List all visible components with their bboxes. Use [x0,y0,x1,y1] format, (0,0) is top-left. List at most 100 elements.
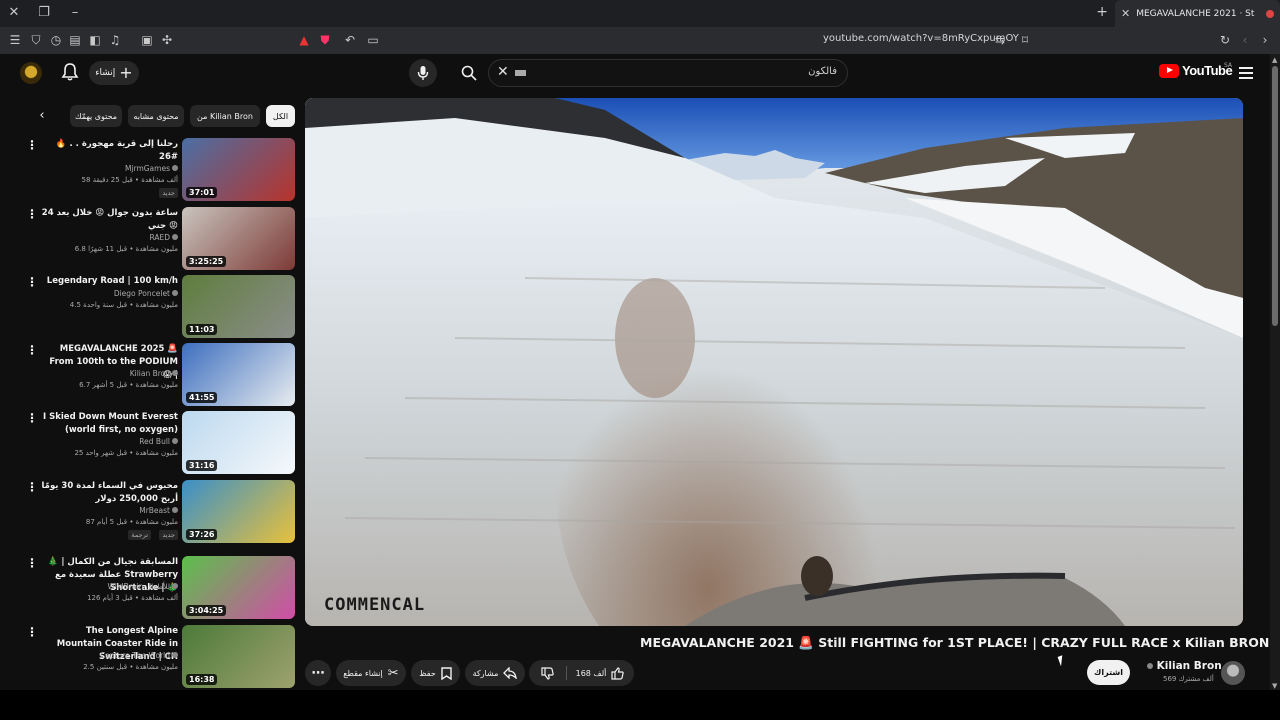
verified-icon [172,234,178,240]
back-undo-icon[interactable]: ↶ [342,32,358,48]
related-channel-name[interactable]: MjrmGames [125,164,178,173]
related-video-item[interactable]: ⋮ 11:03 Legendary Road | 100 km/h Diego Pon… [24,275,296,339]
scroll-down-icon[interactable]: ▼ [1272,682,1277,690]
restore-window-icon[interactable]: ❐ [34,4,54,22]
channel-name[interactable]: Kilian Bron [1145,660,1222,672]
brave-rewards-icon[interactable]: ▲ [296,32,312,48]
commencal-watermark: COMMENCAL [324,595,426,615]
related-video-title[interactable]: Legendary Road | 100 km/h [38,275,178,288]
new-badge: جديد [159,188,178,198]
related-video-item[interactable]: ⋮ 37:26 محبوس في السماء لمدة 30 يومًا أربح… [24,480,296,544]
tabs-icon[interactable]: ▤ [67,32,83,48]
clear-search-icon[interactable]: ✕ [497,64,509,80]
search-button[interactable] [451,59,487,87]
create-button[interactable]: إنشاء + [89,61,139,85]
brave-shield-icon[interactable]: ⛊ [317,32,333,48]
guide-menu-icon[interactable] [1239,67,1253,79]
more-vertical-icon[interactable]: ⋮ [26,138,38,152]
video-player[interactable]: COMMENCAL [305,98,1243,626]
related-channel-name[interactable]: Diego Poncelet [114,289,178,298]
related-video-item[interactable]: ⋮ 16:38 The Longest Alpine Mountain Coaste… [24,625,296,689]
chips-scroll-back-icon[interactable]: ‹ [32,106,52,126]
more-vertical-icon[interactable]: ⋮ [26,480,38,494]
related-channel-text: MjrmGames [124,164,170,173]
youtube-logo[interactable]: YouTube [1159,63,1233,78]
more-vertical-icon[interactable]: ⋮ [26,556,38,570]
related-video-item[interactable]: ⋮ 3:04:25 المسابقة نجيال من الكمال | 🎄 عطل… [24,556,296,620]
more-vertical-icon[interactable]: ⋮ [26,625,38,639]
browser-tab[interactable]: ✕ MEGAVALANCHE 2021 · St [1115,0,1280,27]
search-icon [461,65,477,81]
duration-badge: 16:38 [186,674,218,685]
chip-from-channel[interactable]: من Kilian Bron [190,105,260,127]
captions-badge: ترجمة [128,530,151,540]
bookmark-icon[interactable]: ⌑ [1017,32,1033,48]
more-actions-button[interactable]: ⋯ [305,660,331,686]
reader-mode-icon[interactable]: ▭ [365,32,381,48]
close-window-icon[interactable]: ✕ [4,4,24,22]
duration-badge: 31:16 [186,460,218,471]
related-channel-name[interactable]: RAED [149,233,178,242]
clip-button[interactable]: إنشاء مقطع ✂ [336,660,406,686]
address-bar[interactable]: youtube.com/watch?v=8mRyCxpumOY [823,33,1019,44]
chip-similar[interactable]: محتوى مشابه [128,105,184,127]
related-video-item[interactable]: ⋮ 31:16 I Skied Down Mount Everest (world … [24,411,296,475]
related-channel-name[interactable]: Red Bull [139,437,178,446]
share-label: مشاركة [472,668,499,678]
music-icon[interactable]: ♫ [107,32,123,48]
chip-all[interactable]: الكل [266,105,295,127]
related-video-item[interactable]: ⋮ 3:25:25 24 ساعة بدون جوال 😡 خلال بعد جني… [24,207,296,271]
menu-icon[interactable]: ☰ [7,32,23,48]
dislike-button[interactable] [529,660,566,686]
related-video-meta: 4.5 مليون مشاهدة • قبل سنة واحدة [69,301,178,309]
scroll-thumb[interactable] [1272,66,1278,326]
related-channel-name[interactable]: Capture The World [100,651,178,660]
more-vertical-icon[interactable]: ⋮ [26,275,38,289]
related-video-title[interactable]: I Skied Down Mount Everest (world first,… [38,411,178,437]
related-video-item[interactable]: ⋮ 41:55 MEGAVALANCHE 2025 🚨 From 100th to … [24,343,296,407]
extensions-icon[interactable]: ✣ [159,32,175,48]
related-video-item[interactable]: ⋮ 37:01 رحلنا إلى قرية مهجورة . . 🔥 #26 Mjr… [24,138,296,202]
like-button[interactable]: 168 ألف [566,660,634,686]
reload-icon[interactable]: ↻ [1217,32,1233,48]
bookmark-save-icon [441,666,452,680]
scroll-up-icon[interactable]: ▲ [1272,56,1277,64]
forward-icon[interactable]: › [1257,32,1273,48]
account-avatar[interactable] [20,62,42,84]
verified-icon [172,583,178,589]
more-vertical-icon[interactable]: ⋮ [26,343,38,357]
notifications-bell-icon[interactable] [61,62,79,82]
siren-emoji: 🚨 [798,635,814,650]
video-title-part2: Still FIGHTING for 1ST PLACE! | CRAZY FU… [818,635,1270,650]
page-scrollbar[interactable]: ▲ ▼ [1270,54,1280,690]
related-video-title[interactable]: رحلنا إلى قرية مهجورة . . 🔥 #26 [38,138,178,164]
new-badge: جديد [159,530,178,540]
subscribe-button[interactable]: اشتراك [1087,660,1130,685]
youtube-play-icon [1159,63,1179,78]
channel-avatar[interactable] [1221,661,1245,685]
minimize-window-icon[interactable]: – [65,4,85,22]
screenshot-icon[interactable]: ▣ [139,32,155,48]
more-vertical-icon[interactable]: ⋮ [26,411,38,425]
related-channel-name[interactable]: WildBrain للأطفال [107,582,178,591]
related-channel-name[interactable]: Kilian Bron [130,369,178,378]
close-tab-icon[interactable]: ✕ [1121,7,1130,20]
more-vertical-icon[interactable]: ⋮ [26,207,38,221]
save-button[interactable]: حفظ [411,660,460,686]
share-button[interactable]: مشاركة [465,660,525,686]
back-icon[interactable]: ‹ [1237,32,1253,48]
related-video-title[interactable]: محبوس في السماء لمدة 30 يومًا أربح 250,0… [38,480,178,506]
sidebar-icon[interactable]: ◧ [87,32,103,48]
related-channel-text: WildBrain للأطفال [107,582,171,591]
chip-for-you[interactable]: محتوى يهمّك [70,105,122,127]
search-input[interactable]: ✕ فالكون [488,59,848,87]
voice-search-button[interactable] [409,59,437,87]
tune-icon[interactable]: ⇆ [992,32,1008,48]
related-video-title[interactable]: 24 ساعة بدون جوال 😡 خلال بعد جني 😡 [38,207,178,233]
shield-icon[interactable]: ⛉ [28,32,44,48]
tab-title: MEGAVALANCHE 2021 · St [1136,8,1255,19]
history-icon[interactable]: ◷ [48,32,64,48]
related-channel-name[interactable]: MrBeast [139,506,178,515]
related-video-meta: 2.5 مليون مشاهدة • قبل سنتين [83,663,178,671]
new-tab-icon[interactable]: + [1096,4,1108,20]
